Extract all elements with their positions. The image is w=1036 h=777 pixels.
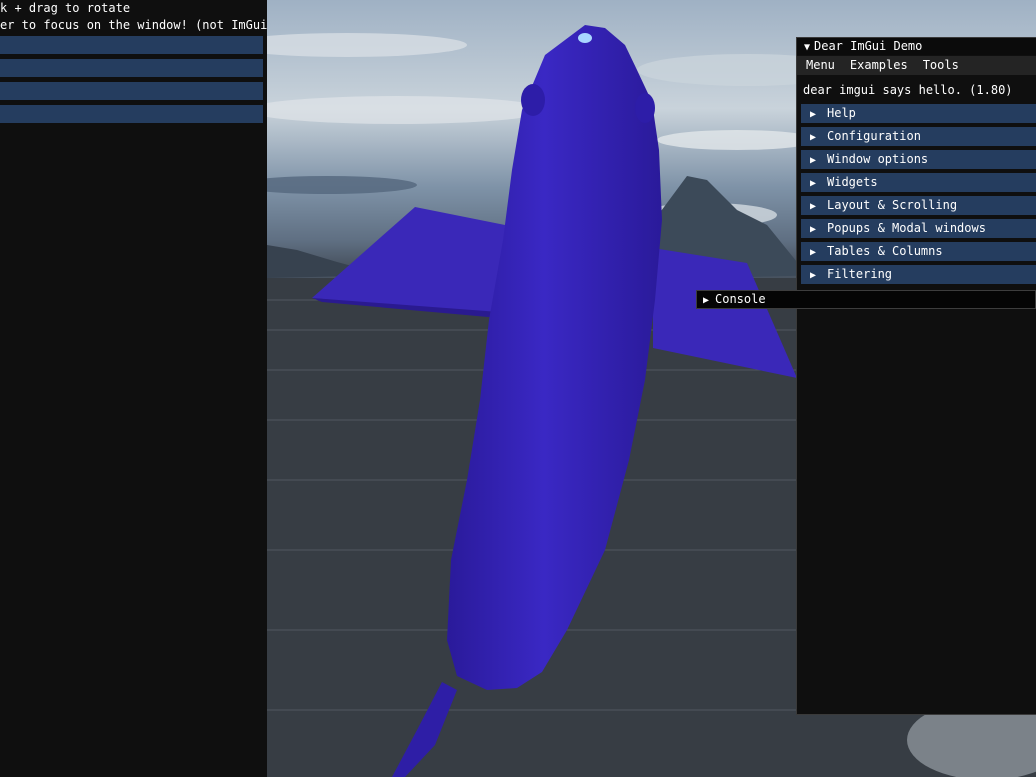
section-label: Layout & Scrolling: [827, 198, 958, 212]
section-label: Window options: [827, 152, 929, 166]
section-tables-columns[interactable]: ▶ Tables & Columns: [801, 242, 1036, 261]
section-widgets[interactable]: ▶ Widgets: [801, 173, 1036, 192]
section-popups-modal[interactable]: ▶ Popups & Modal windows: [801, 219, 1036, 238]
section-label: Configuration: [827, 129, 921, 143]
left-panel: k + drag to rotate er to focus on the wi…: [0, 0, 275, 777]
imgui-demo-window[interactable]: ▼ Dear ImGui Demo Menu Examples Tools dear …: [796, 37, 1036, 715]
left-panel-bar-3[interactable]: [0, 82, 263, 100]
left-panel-bar-2[interactable]: [0, 59, 263, 77]
expand-arrow-icon: ▶: [810, 270, 817, 281]
expand-arrow-icon: ▶: [810, 224, 817, 235]
left-panel-bar-1[interactable]: [0, 36, 263, 54]
demo-title-bar[interactable]: ▼ Dear ImGui Demo: [797, 38, 1036, 55]
section-label: Help: [827, 106, 856, 120]
section-filtering[interactable]: ▶ Filtering: [801, 265, 1036, 284]
instruction-rotate: k + drag to rotate: [0, 1, 131, 15]
expand-arrow-icon: ▶: [810, 247, 817, 258]
expand-arrow-icon: ▶: [810, 201, 817, 212]
section-window-options[interactable]: ▶ Window options: [801, 150, 1036, 169]
section-configuration[interactable]: ▶ Configuration: [801, 127, 1036, 146]
menu-tools[interactable]: Tools: [923, 58, 959, 72]
hello-text: dear imgui says hello. (1.80): [803, 83, 1013, 97]
menu-bar: Menu Examples Tools: [797, 56, 1036, 75]
section-layout-scrolling[interactable]: ▶ Layout & Scrolling: [801, 196, 1036, 215]
console-window[interactable]: ▶ Console: [696, 290, 1036, 309]
section-help[interactable]: ▶ Help: [801, 104, 1036, 123]
menu-menu[interactable]: Menu: [806, 58, 835, 72]
section-label: Tables & Columns: [827, 244, 943, 258]
expand-arrow-icon: ▶: [810, 109, 817, 120]
left-panel-bar-4[interactable]: [0, 105, 263, 123]
instruction-focus: er to focus on the window! (not ImGui): [0, 18, 275, 32]
section-label: Filtering: [827, 267, 893, 281]
expand-arrow-icon[interactable]: ▶: [703, 292, 715, 309]
collapse-arrow-icon[interactable]: ▼: [800, 39, 814, 56]
expand-arrow-icon: ▶: [810, 178, 817, 189]
menu-examples[interactable]: Examples: [850, 58, 908, 72]
expand-arrow-icon: ▶: [810, 132, 817, 143]
expand-arrow-icon: ▶: [810, 155, 817, 166]
section-label: Widgets: [827, 175, 878, 189]
section-label: Popups & Modal windows: [827, 221, 986, 235]
demo-title: Dear ImGui Demo: [814, 39, 923, 53]
console-title: Console: [715, 292, 766, 306]
